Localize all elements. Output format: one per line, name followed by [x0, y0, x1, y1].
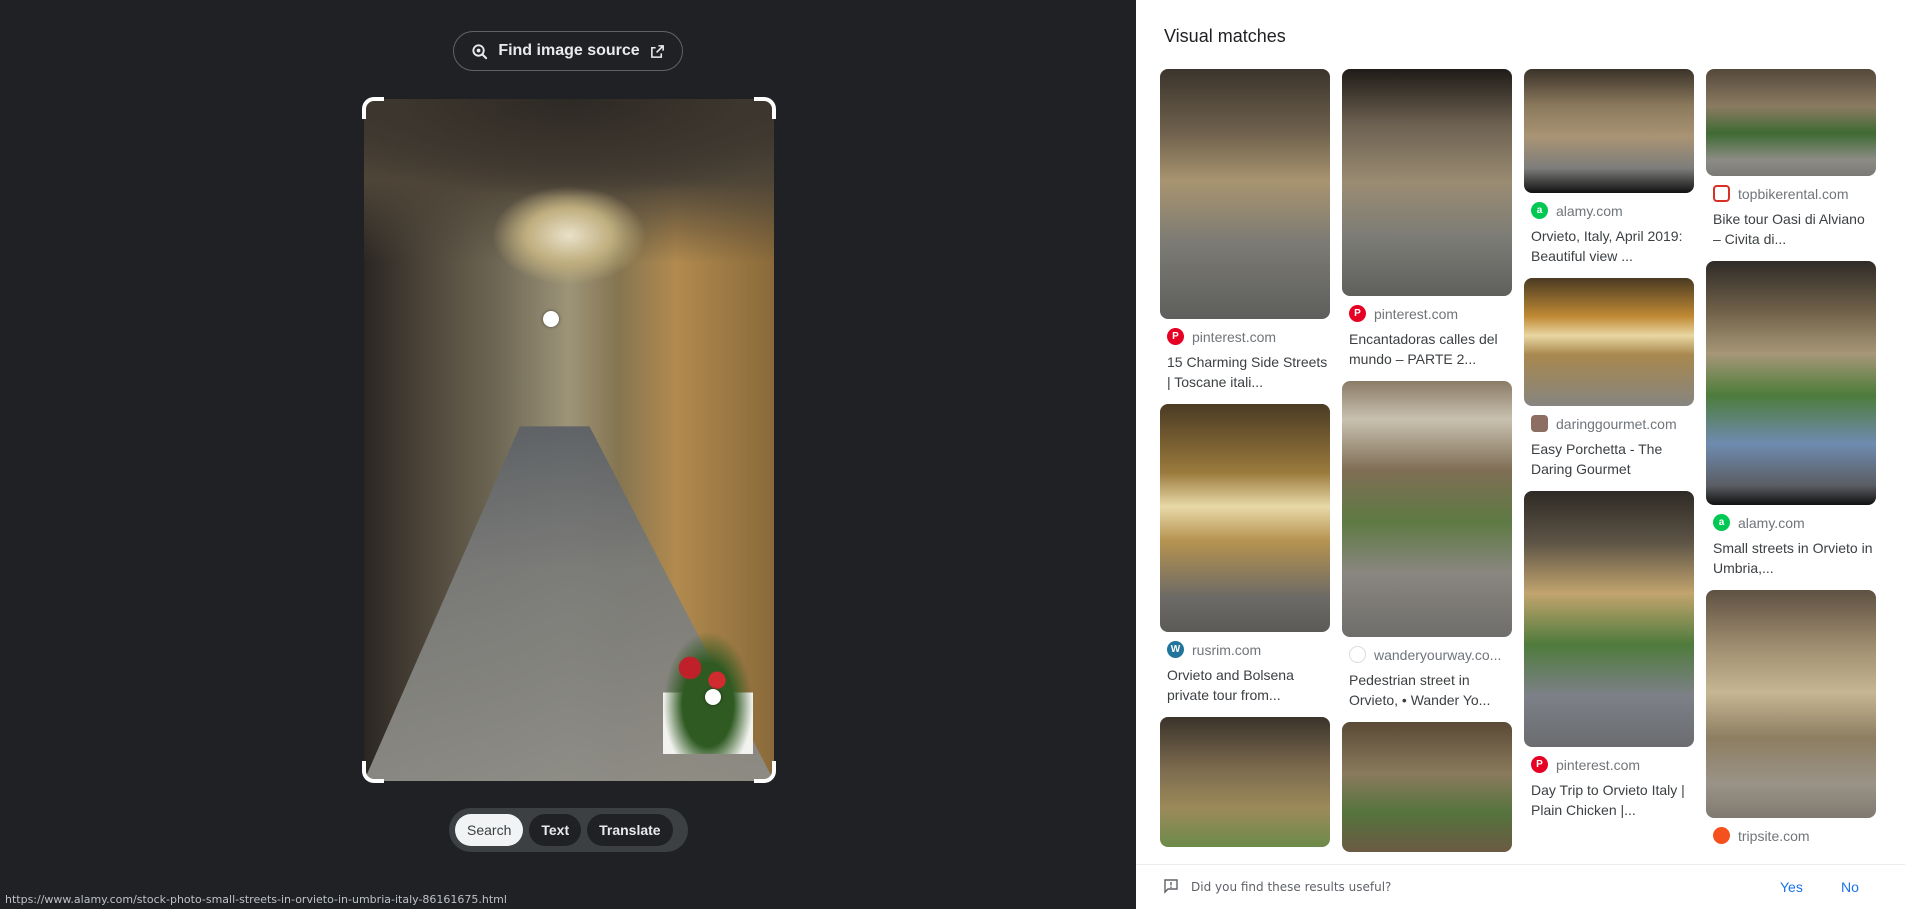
feedback-no-button[interactable]: No [1841, 879, 1859, 895]
result-thumbnail[interactable] [1524, 491, 1694, 747]
alamy-icon: a [1531, 202, 1548, 219]
pinterest-icon: P [1531, 756, 1548, 773]
mode-switcher: Search Text Translate [449, 808, 688, 852]
result-card[interactable]: Ppinterest.com 15 Charming Side Streets … [1160, 69, 1330, 392]
topbikerental-icon [1713, 185, 1730, 202]
result-card[interactable]: Ppinterest.com Encantadoras calles del m… [1342, 69, 1512, 369]
status-bar-url: https://www.alamy.com/stock-photo-small-… [5, 893, 507, 906]
results-column: Ppinterest.com Encantadoras calles del m… [1342, 69, 1512, 864]
result-thumbnail[interactable] [1160, 717, 1330, 847]
result-thumbnail[interactable] [1706, 590, 1876, 818]
crop-handle-top-right[interactable] [754, 97, 776, 119]
result-source: pinterest.com [1556, 756, 1641, 773]
result-caption[interactable]: 15 Charming Side Streets | Toscane itali… [1160, 352, 1330, 392]
result-card[interactable] [1342, 722, 1512, 852]
result-card[interactable]: a alamy.com Orvieto, Italy, April 2019: B… [1524, 69, 1694, 266]
result-thumbnail[interactable] [1524, 69, 1694, 193]
open-in-new-icon [650, 44, 665, 59]
result-thumbnail[interactable] [1706, 261, 1876, 505]
crop-handle-bottom-left[interactable] [362, 761, 384, 783]
result-caption[interactable]: Orvieto and Bolsena private tour from... [1160, 665, 1330, 705]
result-source: pinterest.com [1192, 328, 1277, 345]
results-column: Ppinterest.com 15 Charming Side Streets … [1160, 69, 1330, 859]
results-title: Visual matches [1164, 26, 1286, 46]
result-card[interactable]: topbikerental.com Bike tour Oasi di Alvi… [1706, 69, 1876, 249]
results-column: topbikerental.com Bike tour Oasi di Alvi… [1706, 69, 1876, 856]
alamy-icon: a [1713, 514, 1730, 531]
result-card[interactable]: wanderyourway.co... Pedestrian street in… [1342, 381, 1512, 710]
result-card[interactable]: daringgourmet.com Easy Porchetta - The D… [1524, 278, 1694, 479]
lens-search-icon [471, 43, 488, 60]
result-caption[interactable]: Bike tour Oasi di Alviano – Civita di... [1706, 209, 1876, 249]
result-card[interactable]: tripsite.com [1706, 590, 1876, 844]
mode-translate-tab[interactable]: Translate [587, 814, 673, 846]
crop-handle-top-left[interactable] [362, 97, 384, 119]
result-source: alamy.com [1738, 514, 1805, 531]
result-thumbnail[interactable] [1706, 69, 1876, 176]
feedback-bar: Did you find these results useful? Yes N… [1136, 864, 1905, 909]
result-card[interactable] [1160, 717, 1330, 847]
result-caption[interactable]: Easy Porchetta - The Daring Gourmet [1524, 439, 1694, 479]
result-caption[interactable]: Orvieto, Italy, April 2019: Beautiful vi… [1524, 226, 1694, 266]
daringgourmet-icon [1531, 415, 1548, 432]
visual-search-dot[interactable] [543, 311, 559, 327]
result-card[interactable]: a alamy.com Small streets in Orvieto in U… [1706, 261, 1876, 578]
result-thumbnail[interactable] [1342, 381, 1512, 637]
result-thumbnail[interactable] [1342, 69, 1512, 296]
result-source: daringgourmet.com [1556, 415, 1677, 432]
result-thumbnail[interactable] [1160, 404, 1330, 632]
find-image-source-label: Find image source [498, 42, 640, 59]
result-thumbnail[interactable] [1160, 69, 1330, 319]
result-caption[interactable]: Encantadoras calles del mundo – PARTE 2.… [1342, 329, 1512, 369]
crop-selection-box[interactable] [362, 97, 776, 783]
pinterest-icon: P [1167, 328, 1184, 345]
result-source: rusrim.com [1192, 641, 1262, 658]
query-image [364, 99, 774, 781]
result-caption[interactable]: Small streets in Orvieto in Umbria,... [1706, 538, 1876, 578]
result-source: topbikerental.com [1738, 185, 1849, 202]
globe-icon [1349, 646, 1366, 663]
pinterest-icon: P [1349, 305, 1366, 322]
result-source: alamy.com [1556, 202, 1623, 219]
visual-matches-panel: Visual matches Ppinterest.com 15 Charmin… [1136, 0, 1905, 909]
result-thumbnail[interactable] [1524, 278, 1694, 406]
feedback-question: Did you find these results useful? [1191, 880, 1392, 894]
result-source: tripsite.com [1738, 827, 1810, 844]
wordpress-icon: W [1167, 641, 1184, 658]
find-image-source-button[interactable]: Find image source [453, 31, 683, 71]
feedback-icon [1163, 878, 1179, 897]
result-caption[interactable]: Pedestrian street in Orvieto, • Wander Y… [1342, 670, 1512, 710]
result-thumbnail[interactable] [1342, 722, 1512, 852]
result-source: pinterest.com [1374, 305, 1459, 322]
feedback-yes-button[interactable]: Yes [1780, 879, 1803, 895]
tripsite-icon [1713, 827, 1730, 844]
visual-search-dot[interactable] [705, 689, 721, 705]
result-caption[interactable]: Day Trip to Orvieto Italy | Plain Chicke… [1524, 780, 1694, 820]
mode-search-tab[interactable]: Search [455, 814, 524, 846]
image-preview-panel: Find image source Search Text Translate … [0, 0, 1136, 909]
result-source: wanderyourway.co... [1374, 646, 1502, 663]
results-column: a alamy.com Orvieto, Italy, April 2019: B… [1524, 69, 1694, 832]
result-card[interactable]: Wrusrim.com Orvieto and Bolsena private … [1160, 404, 1330, 705]
mode-text-tab[interactable]: Text [529, 814, 582, 846]
result-card[interactable]: Ppinterest.com Day Trip to Orvieto Italy… [1524, 491, 1694, 820]
results-scroll-area[interactable]: Visual matches Ppinterest.com 15 Charmin… [1136, 0, 1905, 909]
